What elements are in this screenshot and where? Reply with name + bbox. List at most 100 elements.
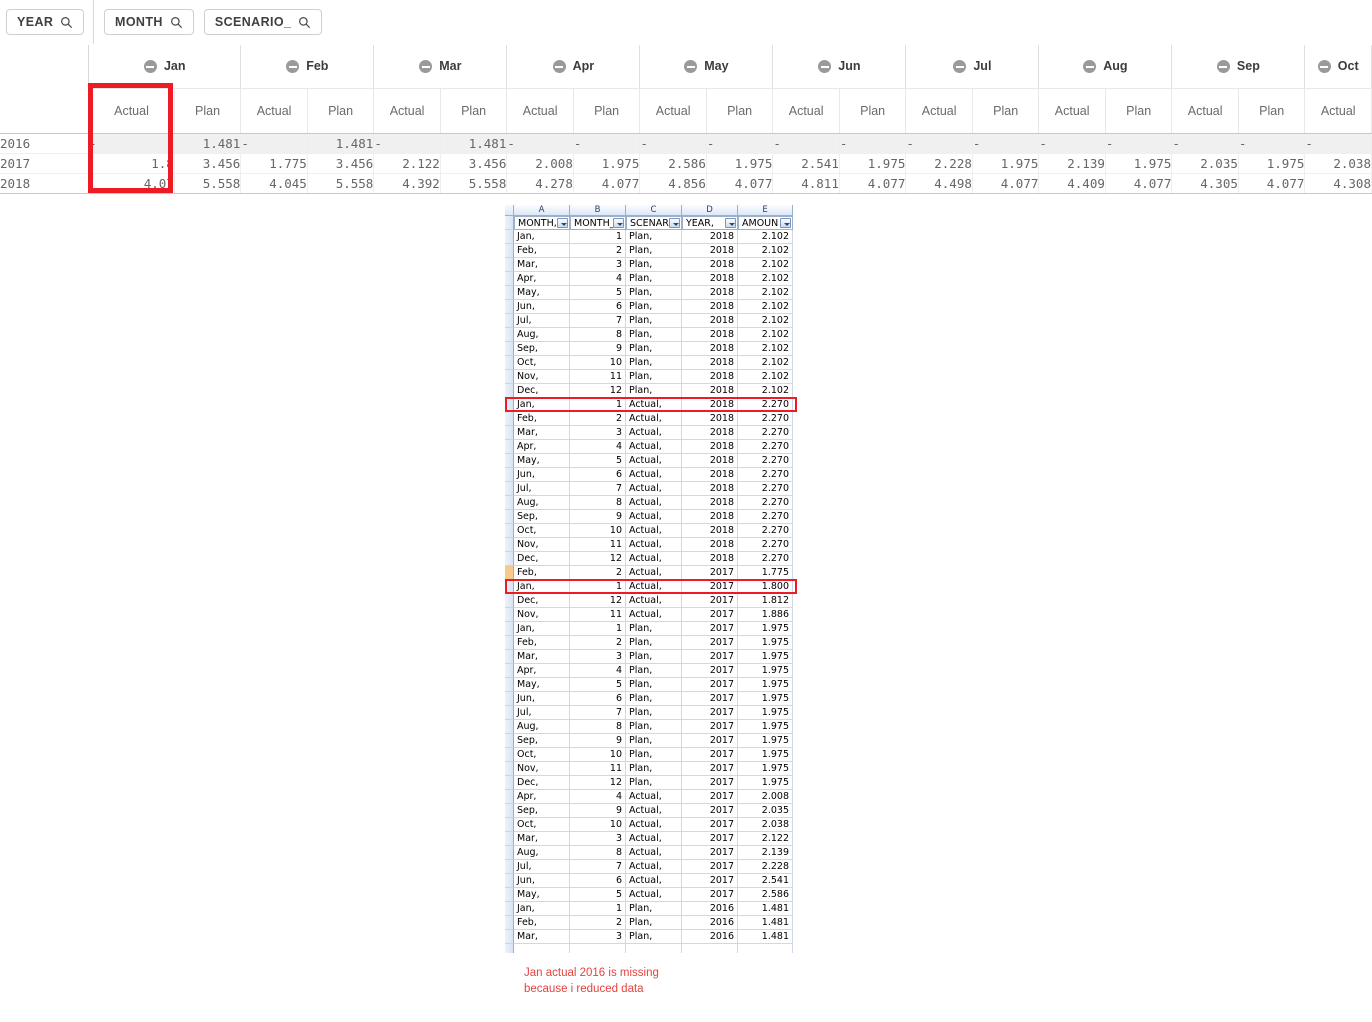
- spreadsheet-cell[interactable]: 2017: [682, 692, 738, 706]
- spreadsheet-cell[interactable]: 12: [570, 594, 626, 608]
- spreadsheet-cell[interactable]: Actual,: [626, 398, 682, 412]
- spreadsheet-cell[interactable]: Actual,: [626, 888, 682, 902]
- pivot-cell[interactable]: 2.038: [1304, 153, 1372, 174]
- spreadsheet-cell[interactable]: Oct,: [514, 356, 570, 370]
- spreadsheet-cell[interactable]: Actual,: [626, 482, 682, 496]
- spreadsheet-cell[interactable]: Jul,: [514, 314, 570, 328]
- pivot-cell[interactable]: 1.481: [307, 133, 375, 154]
- spreadsheet-cell[interactable]: Dec,: [514, 594, 570, 608]
- spreadsheet-cell[interactable]: Actual,: [626, 538, 682, 552]
- spreadsheet-cell[interactable]: Plan,: [626, 916, 682, 930]
- spreadsheet-cell[interactable]: Actual,: [626, 496, 682, 510]
- spreadsheet-cell[interactable]: 3: [570, 930, 626, 944]
- collapse-minus-icon[interactable]: [953, 60, 967, 74]
- spreadsheet-cell[interactable]: Jun,: [514, 692, 570, 706]
- filter-dropdown-icon[interactable]: [780, 218, 791, 228]
- spreadsheet-cell[interactable]: 1.886: [738, 608, 793, 622]
- spreadsheet-row-stub[interactable]: [505, 762, 514, 776]
- spreadsheet-cell[interactable]: 2.270: [738, 468, 793, 482]
- spreadsheet-column-letter-a[interactable]: A: [514, 205, 570, 216]
- pivot-cell[interactable]: 3.456: [307, 153, 375, 174]
- spreadsheet-cell[interactable]: Sep,: [514, 804, 570, 818]
- pivot-cell[interactable]: 4.308: [1304, 173, 1372, 194]
- pivot-month-header-jan[interactable]: Jan: [88, 45, 242, 89]
- pivot-cell[interactable]: 1.481: [440, 133, 508, 154]
- spreadsheet-cell[interactable]: 2017: [682, 804, 738, 818]
- spreadsheet-cell[interactable]: Plan,: [626, 258, 682, 272]
- spreadsheet-cell[interactable]: 2018: [682, 300, 738, 314]
- spreadsheet-row-stub[interactable]: [505, 398, 514, 412]
- spreadsheet-row-stub[interactable]: [505, 524, 514, 538]
- spreadsheet-cell[interactable]: Aug,: [514, 496, 570, 510]
- spreadsheet-row-stub[interactable]: [505, 846, 514, 860]
- pivot-cell[interactable]: 4.077: [573, 173, 641, 194]
- spreadsheet-cell[interactable]: 10: [570, 818, 626, 832]
- spreadsheet-column-letter-c[interactable]: C: [626, 205, 682, 216]
- spreadsheet-cell[interactable]: 1.975: [738, 678, 793, 692]
- spreadsheet-cell[interactable]: Jan,: [514, 622, 570, 636]
- filter-button-scenario[interactable]: SCENARIO_: [203, 9, 323, 35]
- spreadsheet-cell[interactable]: Jan,: [514, 902, 570, 916]
- pivot-cell[interactable]: 1.775: [240, 153, 308, 174]
- pivot-cell[interactable]: 1.975: [573, 153, 641, 174]
- spreadsheet-row-stub[interactable]: [505, 818, 514, 832]
- pivot-cell[interactable]: 5.558: [440, 173, 508, 194]
- spreadsheet-row-stub[interactable]: [505, 664, 514, 678]
- pivot-cell[interactable]: 1.481: [174, 133, 242, 154]
- spreadsheet-cell[interactable]: Sep,: [514, 510, 570, 524]
- spreadsheet-cell[interactable]: 11: [570, 762, 626, 776]
- spreadsheet-cell[interactable]: 2.270: [738, 524, 793, 538]
- pivot-measure-header-aug-actual[interactable]: Actual: [1038, 88, 1106, 134]
- spreadsheet-row-stub[interactable]: [505, 678, 514, 692]
- spreadsheet-cell[interactable]: 2: [570, 636, 626, 650]
- spreadsheet-cell[interactable]: 2018: [682, 468, 738, 482]
- spreadsheet-cell[interactable]: 2.270: [738, 440, 793, 454]
- spreadsheet-cell[interactable]: 4: [570, 790, 626, 804]
- pivot-cell[interactable]: 4.077: [839, 173, 907, 194]
- spreadsheet-header-cell-5[interactable]: AMOUN: [738, 216, 793, 230]
- spreadsheet-cell[interactable]: 8: [570, 846, 626, 860]
- spreadsheet-cell[interactable]: Actual,: [626, 510, 682, 524]
- spreadsheet-cell[interactable]: 2017: [682, 776, 738, 790]
- spreadsheet-cell[interactable]: Feb,: [514, 636, 570, 650]
- pivot-measure-header-may-plan[interactable]: Plan: [706, 88, 774, 134]
- spreadsheet-row-stub[interactable]: [505, 440, 514, 454]
- filter-dropdown-icon[interactable]: [557, 218, 568, 228]
- spreadsheet-cell[interactable]: 2.270: [738, 496, 793, 510]
- spreadsheet-cell[interactable]: Nov,: [514, 762, 570, 776]
- spreadsheet-cell[interactable]: 2.102: [738, 272, 793, 286]
- pivot-measure-header-apr-actual[interactable]: Actual: [506, 88, 574, 134]
- spreadsheet-cell[interactable]: 1.975: [738, 622, 793, 636]
- spreadsheet-cell[interactable]: 1.481: [738, 902, 793, 916]
- spreadsheet-cell[interactable]: 2018: [682, 524, 738, 538]
- pivot-month-header-mar[interactable]: Mar: [373, 45, 508, 89]
- spreadsheet-cell[interactable]: Jan,: [514, 398, 570, 412]
- spreadsheet-row-stub[interactable]: [505, 370, 514, 384]
- spreadsheet-cell[interactable]: 2.102: [738, 230, 793, 244]
- spreadsheet-row-stub[interactable]: [505, 776, 514, 790]
- spreadsheet-cell[interactable]: Plan,: [626, 930, 682, 944]
- pivot-cell[interactable]: 4.077: [972, 173, 1040, 194]
- pivot-cell[interactable]: -: [240, 133, 308, 154]
- spreadsheet-cell[interactable]: 4: [570, 664, 626, 678]
- filter-dropdown-icon[interactable]: [613, 218, 624, 228]
- spreadsheet-cell[interactable]: 2018: [682, 286, 738, 300]
- spreadsheet-cell[interactable]: 9: [570, 734, 626, 748]
- spreadsheet-cell[interactable]: 3: [570, 258, 626, 272]
- spreadsheet-cell[interactable]: 1.481: [738, 930, 793, 944]
- spreadsheet-cell[interactable]: 11: [570, 608, 626, 622]
- spreadsheet-row-stub[interactable]: [505, 916, 514, 930]
- spreadsheet-cell[interactable]: 2.102: [738, 286, 793, 300]
- pivot-month-header-sep[interactable]: Sep: [1171, 45, 1306, 89]
- pivot-cell[interactable]: 1.8: [88, 153, 175, 174]
- pivot-cell[interactable]: -: [1171, 133, 1239, 154]
- filter-button-year[interactable]: YEAR: [6, 9, 85, 35]
- spreadsheet-cell[interactable]: 2018: [682, 342, 738, 356]
- collapse-minus-icon[interactable]: [684, 60, 698, 74]
- spreadsheet-cell[interactable]: 2018: [682, 314, 738, 328]
- spreadsheet-cell[interactable]: Plan,: [626, 650, 682, 664]
- pivot-cell[interactable]: 4.077: [1105, 173, 1173, 194]
- pivot-measure-header-mar-plan[interactable]: Plan: [440, 88, 508, 134]
- spreadsheet-cell[interactable]: 2.270: [738, 552, 793, 566]
- spreadsheet-cell[interactable]: 2017: [682, 636, 738, 650]
